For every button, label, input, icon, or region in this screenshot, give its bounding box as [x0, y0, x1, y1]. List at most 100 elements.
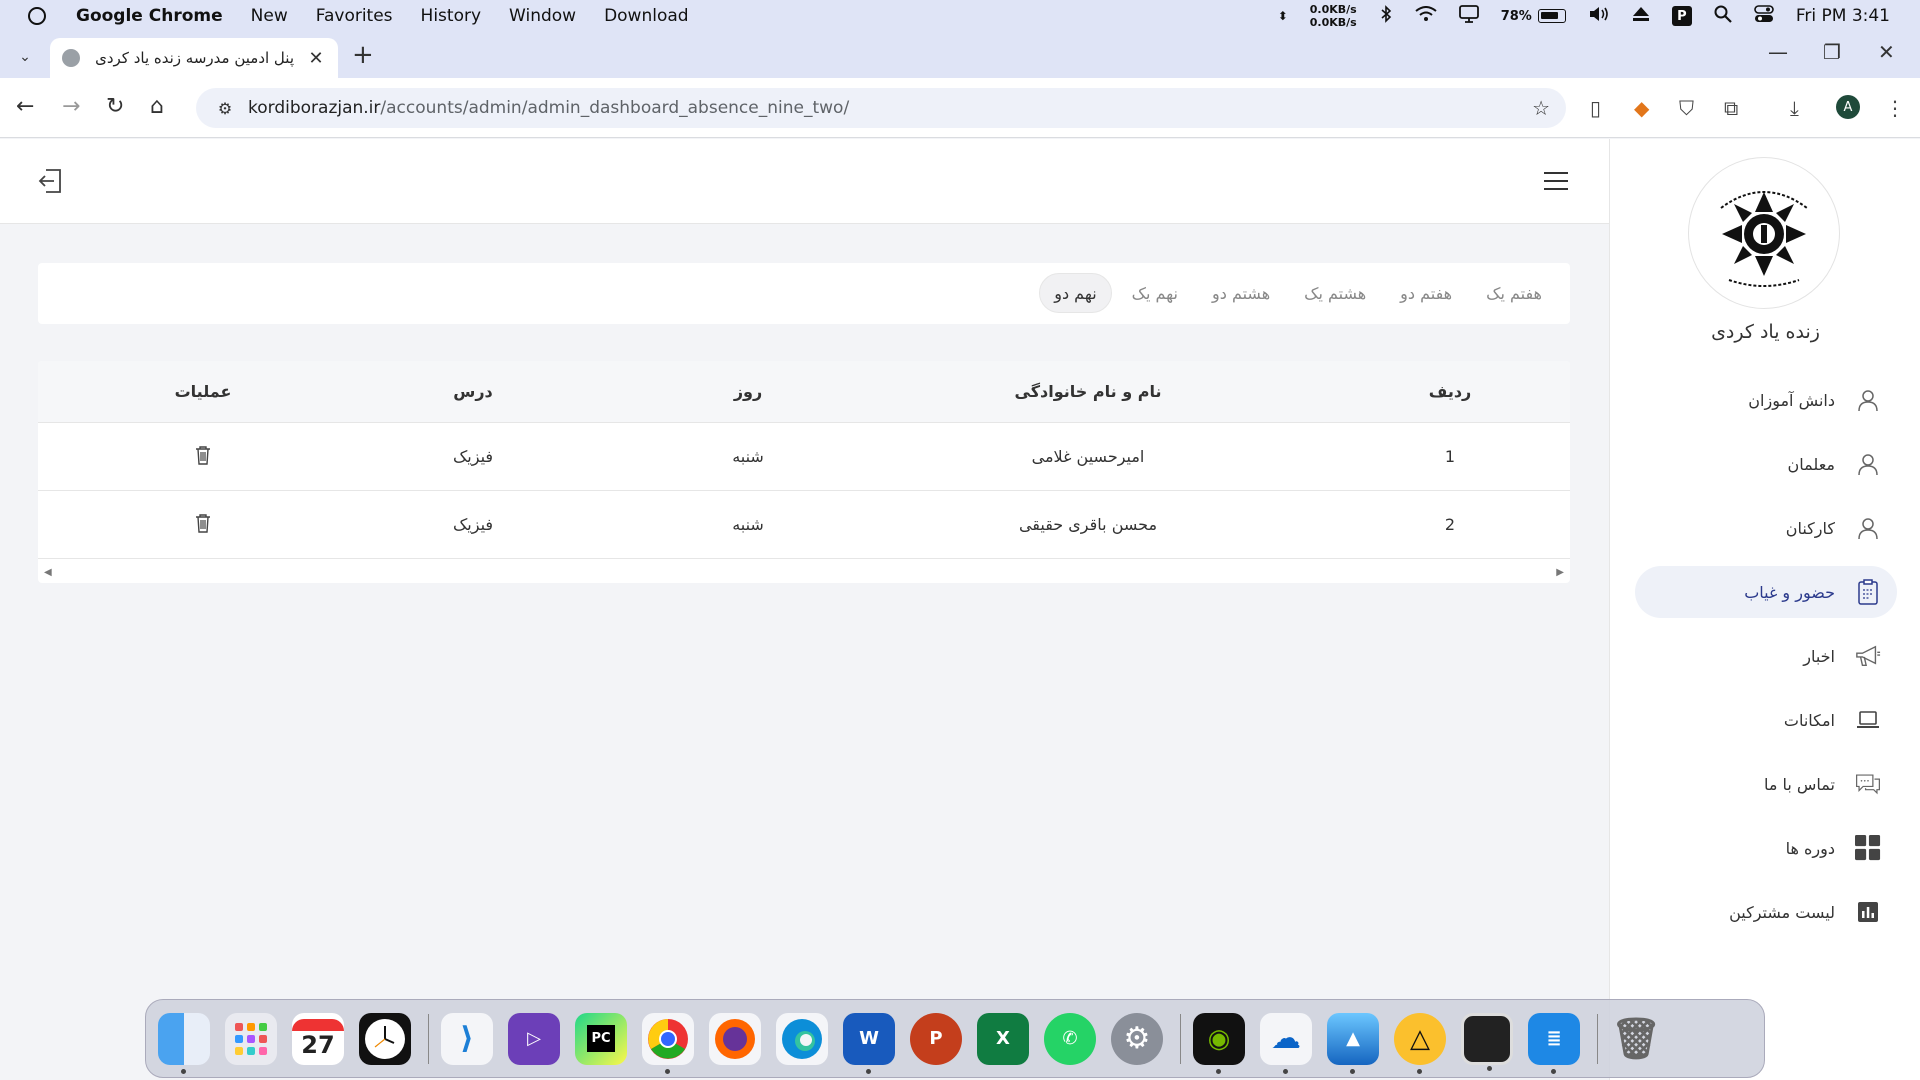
grid-icon — [1855, 835, 1881, 861]
extension-clipboard-icon[interactable]: ▯ — [1590, 96, 1601, 120]
tab-grade-7-2[interactable]: هفتم دو — [1386, 273, 1466, 313]
net-down: 0.0KB/s — [1309, 16, 1357, 29]
metamask-fox-icon[interactable]: ◆ — [1634, 96, 1649, 120]
firefox-icon[interactable] — [709, 1012, 761, 1065]
battery-icon[interactable] — [1537, 9, 1566, 23]
hamburger-menu-icon[interactable] — [1544, 172, 1568, 196]
word-icon[interactable]: W — [843, 1012, 895, 1074]
chrome-icon[interactable] — [642, 1012, 694, 1074]
sidebar-item-facilities[interactable]: امکانات — [1635, 694, 1897, 746]
tab-grade-9-2[interactable]: نهم دو — [1039, 273, 1112, 313]
table-row: 2 محسن باقری حقیقی شنبه فیزیک — [38, 491, 1570, 559]
tab-close-icon[interactable]: ✕ — [306, 48, 326, 69]
sidebar-item-subscribers[interactable]: لیست مشترکین — [1635, 886, 1897, 938]
header-day: روز — [733, 382, 763, 401]
site-info-icon[interactable]: ⚙ — [206, 99, 244, 118]
terminal-icon[interactable] — [1461, 1012, 1513, 1071]
sidebar-item-news[interactable]: اخبار — [1635, 630, 1897, 682]
downloads-icon[interactable]: ⤓ — [1790, 96, 1799, 120]
cell-name: محسن باقری حقیقی — [1018, 515, 1158, 534]
trash-icon[interactable] — [195, 445, 211, 469]
system-settings-icon[interactable]: ⚙ — [1111, 1012, 1163, 1065]
sidebar-item-courses[interactable]: دوره ها — [1635, 822, 1897, 874]
menu-window[interactable]: Window — [509, 6, 576, 26]
excel-icon[interactable]: X — [977, 1012, 1029, 1065]
new-tab-icon[interactable]: + — [352, 40, 374, 70]
shield-extension-icon[interactable]: ⛉ — [1679, 96, 1694, 120]
preview-icon[interactable]: ▲ — [1327, 1012, 1379, 1074]
menu-download[interactable]: Download — [604, 6, 689, 26]
notes-doc-icon[interactable]: ≣ — [1528, 1012, 1580, 1074]
reload-icon[interactable]: ↻ — [106, 94, 124, 119]
menu-new[interactable]: New — [251, 6, 288, 26]
tab-search-dropdown-icon[interactable]: ⌄ — [10, 42, 40, 72]
tab-strip: ⌄ پنل ادمین مدرسه زنده یاد کردی ✕ + — ❐ … — [0, 32, 1920, 78]
edge-icon[interactable] — [776, 1012, 828, 1065]
clock[interactable]: Fri PM 3:41 — [1796, 6, 1890, 26]
page: زنده یاد کردی دانش آموزان معلمان کارکنان… — [0, 139, 1920, 1080]
network-speed: 0.0KB/s 0.0KB/s — [1310, 3, 1357, 29]
address-bar[interactable]: ⚙ kordiborazjan.ir/accounts/admin/admin_… — [196, 88, 1566, 128]
vpn-triangle-icon[interactable]: △ — [1394, 1012, 1446, 1074]
tab-grade-8-2[interactable]: هشتم دو — [1198, 273, 1284, 313]
bookmark-star-icon[interactable]: ☆ — [1532, 96, 1550, 120]
chrome-menu-icon[interactable]: ⋮ — [1885, 96, 1905, 120]
wifi-icon[interactable] — [1415, 5, 1437, 27]
visual-studio-icon[interactable]: ▷ — [508, 1012, 560, 1065]
bluetooth-icon[interactable] — [1379, 4, 1393, 28]
display-icon[interactable] — [1458, 4, 1479, 28]
powerpoint-icon[interactable]: P — [910, 1012, 962, 1065]
browser-tab[interactable]: پنل ادمین مدرسه زنده یاد کردی ✕ — [50, 38, 338, 78]
horizontal-scrollbar[interactable]: ◀ ▶ — [38, 563, 1570, 583]
minimize-icon[interactable]: — — [1768, 40, 1788, 64]
sidebar-item-contact[interactable]: تماس با ما — [1635, 758, 1897, 810]
volume-icon[interactable] — [1588, 5, 1610, 28]
launchpad-icon[interactable] — [225, 1012, 277, 1065]
cell-radif: 2 — [1444, 515, 1456, 534]
extensions-puzzle-icon[interactable]: ⧉ — [1724, 96, 1738, 120]
trash-icon[interactable] — [195, 513, 211, 537]
back-icon[interactable]: ← — [16, 94, 34, 119]
logout-icon[interactable] — [36, 167, 64, 195]
menu-favorites[interactable]: Favorites — [316, 6, 393, 26]
sidebar-item-attendance[interactable]: حضور و غیاب — [1635, 566, 1897, 618]
spotlight-search-icon[interactable] — [1714, 5, 1732, 28]
sidebar-item-staff[interactable]: کارکنان — [1635, 502, 1897, 554]
clock-app-icon[interactable] — [359, 1012, 411, 1065]
p-app-icon[interactable]: P — [1671, 6, 1692, 26]
trash-bin-icon[interactable]: 🗑 — [1610, 1013, 1662, 1065]
apple-menu-icon[interactable] — [28, 7, 46, 25]
sidebar-item-label: دانش آموزان — [1748, 390, 1835, 410]
restore-icon[interactable]: ❐ — [1823, 40, 1841, 64]
sidebar-item-label: حضور و غیاب — [1744, 582, 1835, 602]
calendar-icon[interactable]: 27 — [292, 1012, 344, 1065]
tab-grade-8-1[interactable]: هشتم یک — [1290, 273, 1380, 313]
tab-grade-9-1[interactable]: نهم یک — [1118, 273, 1192, 313]
pycharm-icon[interactable]: PC — [575, 1012, 627, 1065]
sidebar-item-teachers[interactable]: معلمان — [1635, 438, 1897, 490]
eject-icon[interactable] — [1632, 6, 1650, 27]
finder-icon[interactable] — [158, 1012, 210, 1074]
menu-app-name[interactable]: Google Chrome — [76, 6, 223, 26]
cell-operations — [143, 423, 263, 490]
vscode-icon[interactable]: ⟩ — [441, 1012, 493, 1065]
grade-tabs-card: هفتم یک هفتم دو هشتم یک هشتم دو نهم یک ن… — [38, 263, 1570, 324]
sidebar-item-students[interactable]: دانش آموزان — [1635, 374, 1897, 426]
school-name: زنده یاد کردی — [1711, 321, 1820, 343]
laptop-icon — [1855, 707, 1881, 733]
control-center-icon[interactable] — [1754, 4, 1774, 28]
window-close-icon[interactable]: ✕ — [1878, 40, 1895, 64]
header-course: درس — [453, 382, 493, 401]
forward-icon[interactable]: → — [62, 94, 80, 119]
url-text[interactable]: kordiborazjan.ir/accounts/admin/admin_da… — [248, 98, 849, 118]
tab-grade-7-1[interactable]: هفتم یک — [1472, 273, 1556, 313]
onedrive-icon[interactable]: ☁ — [1260, 1012, 1312, 1074]
grade-tabs: هفتم یک هفتم دو هشتم یک هشتم دو نهم یک ن… — [1033, 273, 1556, 313]
home-icon[interactable]: ⌂ — [150, 94, 164, 119]
menu-history[interactable]: History — [421, 6, 481, 26]
scroll-right-icon[interactable]: ▶ — [1556, 567, 1564, 578]
scroll-left-icon[interactable]: ◀ — [44, 567, 52, 578]
nvidia-icon[interactable]: ◉ — [1193, 1012, 1245, 1074]
profile-avatar[interactable]: A — [1836, 95, 1860, 119]
whatsapp-icon[interactable]: ✆ — [1044, 1012, 1096, 1065]
